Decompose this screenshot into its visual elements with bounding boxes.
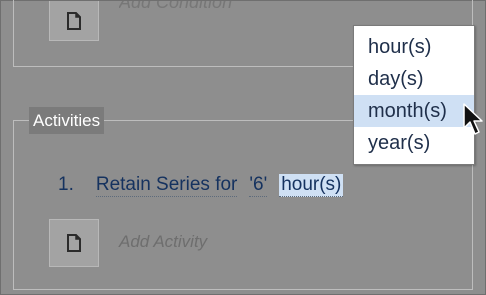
add-condition-label[interactable]: Add Condition	[119, 1, 232, 19]
unit-option-years[interactable]: year(s)	[354, 127, 474, 159]
activity-row: 1. Retain Series for '6' hour(s)	[58, 174, 344, 202]
activity-value-link[interactable]: '6'	[249, 174, 268, 197]
activity-action-link[interactable]: Retain Series for	[95, 174, 238, 197]
unit-dropdown-list[interactable]: hour(s) day(s) month(s) year(s)	[353, 25, 475, 165]
unit-option-days[interactable]: day(s)	[354, 63, 474, 95]
activities-legend: Activities	[29, 107, 105, 134]
add-activity-label[interactable]: Add Activity	[119, 232, 207, 252]
add-condition-button[interactable]	[49, 1, 99, 41]
activity-number: 1.	[58, 174, 74, 195]
unit-option-months[interactable]: month(s)	[354, 95, 474, 127]
activity-unit-link[interactable]: hour(s)	[279, 174, 344, 197]
add-activity-button[interactable]	[49, 219, 99, 267]
mouse-pointer-icon	[463, 103, 483, 135]
document-icon	[67, 234, 81, 252]
document-icon	[67, 11, 81, 30]
unit-option-hours[interactable]: hour(s)	[354, 31, 474, 63]
